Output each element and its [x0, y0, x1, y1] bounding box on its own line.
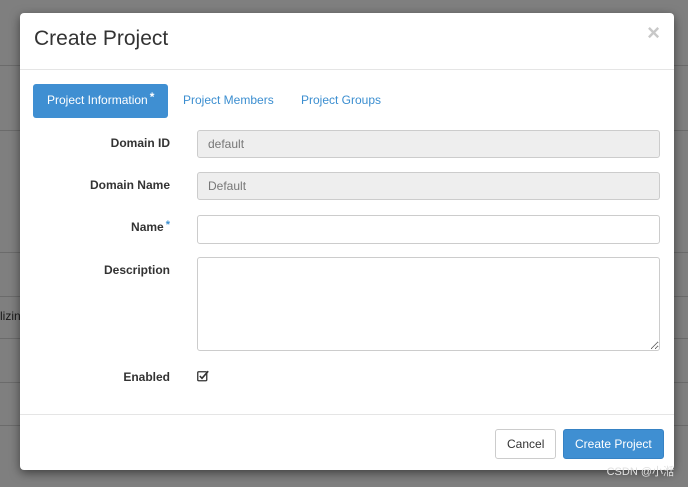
domain-name-field: Default — [197, 172, 660, 200]
tab-label: Project Members — [183, 93, 274, 107]
tab-project-groups[interactable]: Project Groups — [301, 84, 381, 118]
description-label: Description — [20, 263, 170, 277]
modal-footer: Cancel Create Project — [20, 414, 674, 471]
create-project-button[interactable]: Create Project — [563, 429, 664, 459]
domain-id-label-text: Domain ID — [110, 136, 170, 150]
domain-id-field: default — [197, 130, 660, 158]
required-marker: * — [165, 219, 170, 231]
domain-name-label-text: Domain Name — [89, 178, 170, 192]
tab-label: Project Groups — [301, 93, 382, 107]
enabled-label-text: Enabled — [123, 370, 170, 384]
tab-project-information[interactable]: Project Information * — [33, 84, 169, 118]
required-marker: * — [149, 90, 155, 104]
cancel-button[interactable]: Cancel — [495, 429, 557, 459]
checked-checkbox-icon[interactable] — [197, 370, 209, 382]
create-project-modal: Create Project × Project Information * Pr… — [20, 13, 674, 470]
domain-id-value: default — [208, 137, 245, 151]
domain-name-value: Default — [208, 179, 247, 193]
name-label-text: Name — [131, 220, 164, 234]
description-textarea[interactable] — [197, 257, 660, 351]
modal-header: Create Project × — [20, 13, 674, 70]
enabled-label: Enabled — [20, 370, 170, 384]
name-input[interactable] — [197, 215, 660, 244]
watermark-text: CSDN @小湉 — [606, 466, 674, 478]
tab-project-members[interactable]: Project Members — [183, 84, 274, 118]
modal-title: Create Project — [34, 27, 169, 50]
description-label-text: Description — [103, 263, 170, 277]
close-icon[interactable]: × — [647, 22, 660, 44]
domain-id-label: Domain ID — [20, 136, 170, 150]
tab-label: Project Information — [47, 93, 148, 107]
domain-name-label: Domain Name — [20, 178, 170, 192]
name-label: Name * — [20, 219, 170, 234]
